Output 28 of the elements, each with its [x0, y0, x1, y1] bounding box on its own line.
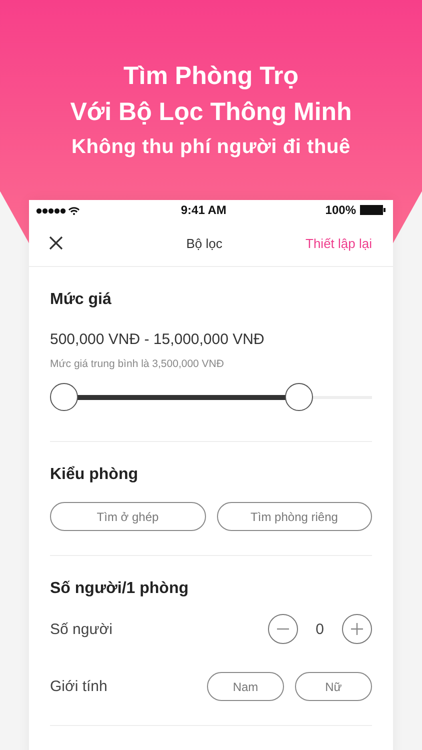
close-icon[interactable] [49, 236, 63, 250]
battery-percent: 100% [325, 203, 356, 217]
section-title: Kiểu phòng [50, 466, 139, 484]
battery-icon [360, 205, 386, 215]
nav-title: Bộ lọc [186, 236, 222, 250]
signal-wifi-icon [36, 206, 82, 214]
slider-thumb[interactable] [285, 383, 314, 411]
headline: Với Bộ Lọc Thông Minh [70, 97, 352, 128]
section-title: Số người/1 phòng [50, 580, 190, 598]
reset-link[interactable]: Thiết lập lại [306, 236, 372, 250]
price-note: Mức giá trung bình là 3,500,000 VNĐ [50, 358, 225, 370]
minus-button[interactable] [268, 614, 298, 644]
count-value: 0 [316, 620, 324, 638]
plus-icon [351, 623, 363, 635]
field-label: Số người [50, 620, 112, 638]
field-label: Giới tính [50, 678, 108, 695]
status-time: 9:41 AM [180, 203, 226, 217]
subtitle: Không thu phí người đi thuê [72, 136, 350, 159]
gender-option[interactable]: Nam [207, 672, 284, 701]
room-type-option[interactable]: Tìm ở ghép [50, 502, 206, 531]
plus-button[interactable] [342, 614, 372, 644]
headline: Tìm Phòng Trọ [124, 61, 298, 92]
minus-icon [276, 628, 289, 630]
section-title: Mức giá [50, 291, 112, 309]
room-type-option[interactable]: Tìm phòng riêng [216, 502, 372, 531]
slider-thumb[interactable] [50, 383, 78, 411]
gender-option[interactable]: Nữ [295, 672, 372, 701]
price-range: 500,000 VNĐ - 15,000,000 VNĐ [50, 331, 266, 348]
